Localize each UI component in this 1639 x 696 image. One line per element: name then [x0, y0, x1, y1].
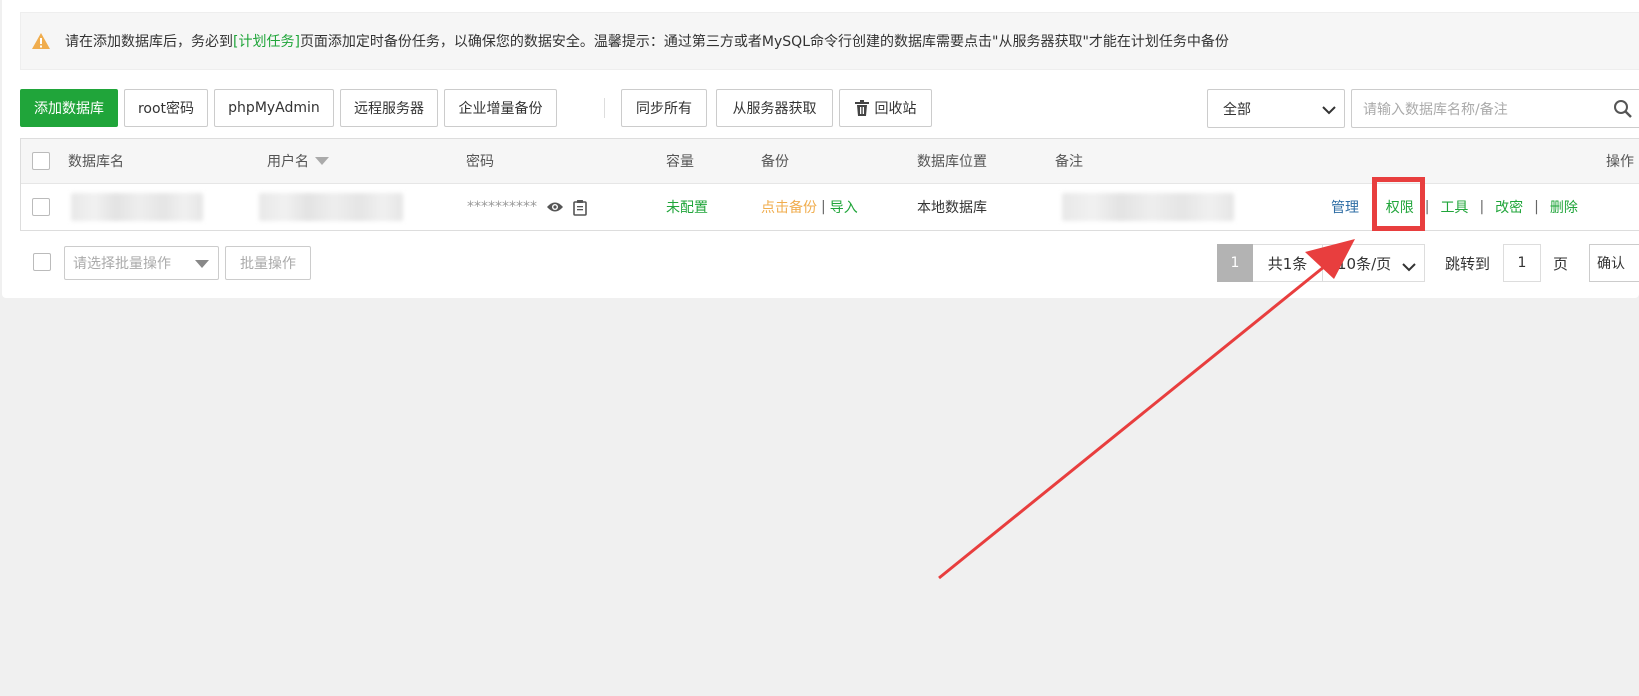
- password-mask: **********: [467, 199, 537, 215]
- search-box: [1351, 89, 1639, 129]
- page-size-value: 10条/页: [1337, 254, 1392, 273]
- notice-suffix: 页面添加定时备份任务，以确保您的数据安全。温馨提示：通过第三方或者MySQL命令…: [299, 34, 1229, 50]
- header-capacity: 容量: [666, 154, 694, 170]
- category-select-value: 全部: [1223, 101, 1251, 118]
- chevron-down-icon: [1322, 103, 1336, 119]
- toolbar-divider: [604, 98, 605, 118]
- jump-to-label: 跳转到: [1445, 254, 1491, 273]
- trash-icon: [854, 100, 869, 116]
- import-link[interactable]: 导入: [830, 197, 858, 217]
- blurred-database-name[interactable]: [71, 193, 203, 221]
- batch-operation-select[interactable]: 请选择批量操作: [64, 246, 219, 280]
- delete-link[interactable]: 删除: [1550, 197, 1578, 217]
- incremental-backup-button[interactable]: 企业增量备份: [444, 89, 557, 127]
- header-username-label: 用户名: [267, 154, 309, 170]
- add-database-button[interactable]: 添加数据库: [20, 89, 118, 127]
- header-location: 数据库位置: [917, 154, 987, 170]
- header-remark: 备注: [1055, 154, 1083, 170]
- chevron-down-icon: [1402, 258, 1416, 276]
- root-password-button[interactable]: root密码: [124, 89, 208, 127]
- click-backup-link[interactable]: 点击备份: [761, 197, 817, 217]
- search-input[interactable]: [1352, 90, 1615, 129]
- header-backup: 备份: [761, 154, 789, 170]
- eye-icon[interactable]: [546, 201, 564, 213]
- scheduled-task-link[interactable]: [计划任务]: [233, 31, 300, 51]
- current-page[interactable]: 1: [1217, 244, 1253, 282]
- page-size-select[interactable]: 10条/页: [1323, 244, 1425, 282]
- category-select[interactable]: 全部: [1207, 89, 1345, 128]
- row-actions: 管理 | 权限 | 工具 | 改密 | 删除: [1331, 184, 1578, 230]
- backup-notice: 请在添加数据库后，务必到 [计划任务] 页面添加定时备份任务，以确保您的数据安全…: [20, 12, 1639, 70]
- actions-separator: |: [1479, 199, 1485, 215]
- row-checkbox[interactable]: [32, 198, 50, 216]
- total-count: 共1条: [1253, 244, 1323, 282]
- location-value: 本地数据库: [917, 200, 987, 216]
- blurred-username: [259, 193, 403, 221]
- header-name[interactable]: 数据库名: [68, 139, 124, 183]
- copy-icon[interactable]: [573, 199, 587, 216]
- highlight-box: [1372, 177, 1425, 231]
- actions-separator: |: [1424, 199, 1430, 215]
- page-unit-label: 页: [1553, 254, 1569, 273]
- remote-server-button[interactable]: 远程服务器: [340, 89, 438, 127]
- sort-down-icon: [315, 157, 329, 165]
- batch-operation-placeholder: 请选择批量操作: [73, 256, 171, 272]
- caret-down-icon: [195, 260, 209, 268]
- search-icon[interactable]: [1613, 99, 1633, 123]
- change-password-link[interactable]: 改密: [1495, 197, 1523, 217]
- recycle-bin-label: 回收站: [874, 101, 917, 117]
- batch-operation-button[interactable]: 批量操作: [225, 246, 311, 280]
- recycle-bin-button[interactable]: 回收站: [839, 89, 932, 127]
- phpmyadmin-button[interactable]: phpMyAdmin: [214, 89, 334, 127]
- jump-page-input[interactable]: 1: [1503, 244, 1541, 282]
- blurred-remark[interactable]: [1062, 193, 1234, 221]
- sync-all-button[interactable]: 同步所有: [621, 89, 707, 127]
- header-actions: 操作: [1606, 154, 1634, 170]
- fetch-from-server-button[interactable]: 从服务器获取: [716, 89, 833, 127]
- manage-link[interactable]: 管理: [1331, 197, 1359, 217]
- backup-separator: |: [821, 199, 826, 215]
- header-password: 密码: [466, 154, 494, 170]
- confirm-jump-button[interactable]: 确认: [1589, 244, 1639, 282]
- capacity-unconfigured-link[interactable]: 未配置: [666, 184, 708, 230]
- header-username[interactable]: 用户名: [267, 139, 329, 183]
- notice-prefix: 请在添加数据库后，务必到: [65, 34, 233, 50]
- select-all-checkbox[interactable]: [32, 152, 50, 170]
- footer-select-all-checkbox[interactable]: [33, 253, 51, 271]
- actions-separator: |: [1534, 199, 1539, 215]
- tools-link[interactable]: 工具: [1440, 197, 1468, 217]
- warning-icon: [31, 31, 51, 51]
